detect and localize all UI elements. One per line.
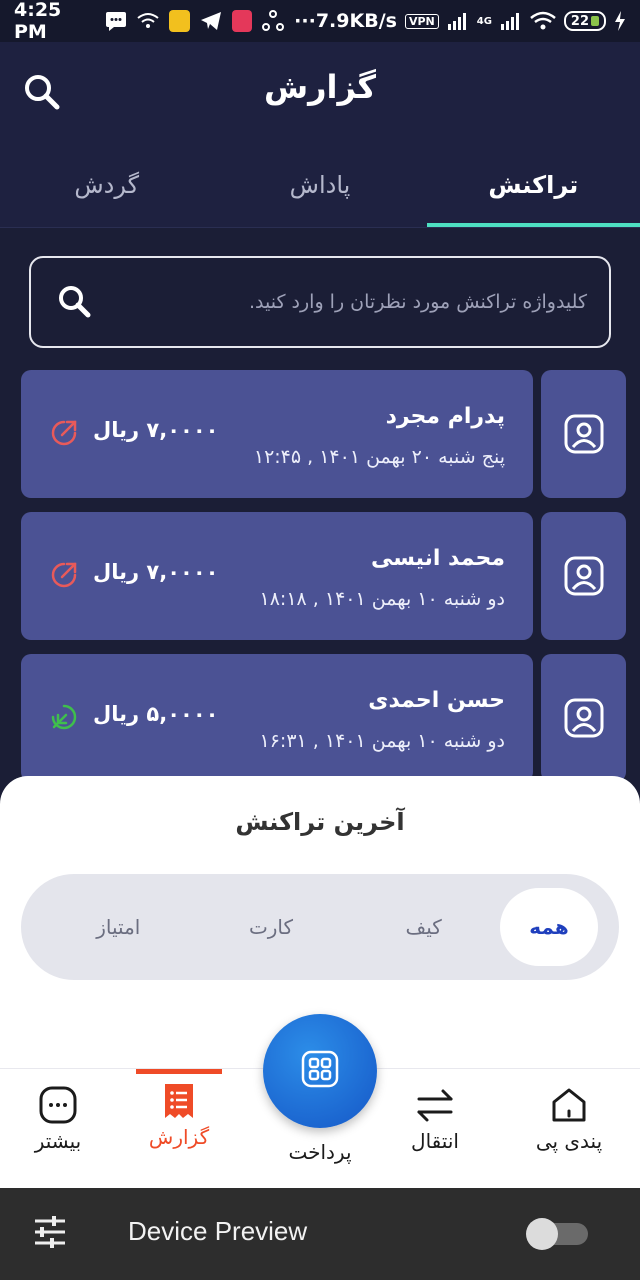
transaction-row[interactable]: پدرام مجرد پنج شنبه ۲۰ بهمن ۱۴۰۱ , ۱۲:۴۵… (21, 370, 626, 498)
contact-avatar-icon[interactable] (541, 370, 626, 498)
status-time: 4:25 PM (14, 0, 62, 43)
nav-home[interactable]: پندی پی (519, 1069, 619, 1189)
device-preview-bar: Device Preview (0, 1188, 640, 1280)
pay-fab-button[interactable] (263, 1014, 377, 1128)
transaction-name: حسن احمدی (368, 688, 505, 713)
device-preview-toggle[interactable] (526, 1218, 588, 1250)
nav-active-indicator (136, 1069, 222, 1074)
transaction-date: دو شنبه ۱۰ بهمن ۱۴۰۱ , ۱۶:۳۱ (259, 730, 505, 752)
nav-transfer-label: انتقال (411, 1129, 459, 1153)
wifi-icon (530, 11, 556, 31)
more-icon (38, 1085, 78, 1125)
search-icon (55, 282, 95, 322)
battery-indicator: 22 (563, 11, 606, 31)
transaction-date: دو شنبه ۱۰ بهمن ۱۴۰۱ , ۱۸:۱۸ (259, 588, 505, 610)
incoming-arrow-icon (49, 702, 79, 732)
search-placeholder: کلیدواژه تراکنش مورد نظرتان را وارد کنید… (248, 291, 587, 313)
signal-icon (447, 12, 469, 30)
transaction-filter: همه کیف کارت امتیاز (21, 874, 619, 980)
qr-scan-icon (300, 1049, 340, 1093)
telegram-icon (200, 11, 222, 31)
message-icon (105, 11, 127, 31)
outgoing-arrow-icon (49, 560, 79, 590)
transaction-card[interactable]: محمد انیسی دو شنبه ۱۰ بهمن ۱۴۰۱ , ۱۸:۱۸ … (21, 512, 533, 640)
transaction-row[interactable]: حسن احمدی دو شنبه ۱۰ بهمن ۱۴۰۱ , ۱۶:۳۱ ۵… (21, 654, 626, 782)
contact-avatar-icon[interactable] (541, 512, 626, 640)
page-title: گزارش (263, 68, 377, 106)
net-speed: 7.9KB/s (315, 10, 397, 32)
vpn-badge: VPN (404, 13, 439, 29)
app-notification-icon (169, 10, 190, 32)
nav-more-label: بیشتر (34, 1129, 82, 1153)
receipt-icon (159, 1081, 199, 1121)
battery-icon (591, 16, 599, 26)
transaction-search-input[interactable]: کلیدواژه تراکنش مورد نظرتان را وارد کنید… (29, 256, 611, 348)
tab-turnover[interactable]: گردش (0, 142, 213, 227)
transfer-icon (415, 1085, 455, 1125)
settings-sliders-icon[interactable] (32, 1214, 68, 1250)
device-preview-label: Device Preview (128, 1216, 308, 1246)
network-type: 4G (476, 15, 492, 27)
signal-icon-2 (500, 12, 522, 30)
nav-report-label: گزارش (148, 1125, 210, 1149)
filter-all[interactable]: همه (500, 888, 598, 966)
battery-level: 22 (570, 13, 589, 29)
sheet-title: آخرین تراکنش (235, 808, 405, 836)
transaction-card[interactable]: حسن احمدی دو شنبه ۱۰ بهمن ۱۴۰۱ , ۱۶:۳۱ ۵… (21, 654, 533, 782)
transaction-amount: ۵,۰۰۰۰ ریال (93, 702, 219, 726)
transaction-amount: ۷,۰۰۰۰ ریال (93, 560, 219, 584)
pay-fab-label: پرداخت (288, 1140, 352, 1164)
transaction-name: پدرام مجرد (385, 404, 505, 429)
wifi-small-icon (137, 12, 159, 30)
filter-card[interactable]: کارت (195, 888, 348, 966)
report-tabs: تراکنش پاداش گردش (0, 142, 640, 228)
app-notification-icon-2 (231, 10, 253, 32)
transaction-name: محمد انیسی (370, 546, 505, 571)
charging-icon (614, 11, 626, 31)
share-icon (262, 10, 285, 32)
transaction-row[interactable]: محمد انیسی دو شنبه ۱۰ بهمن ۱۴۰۱ , ۱۸:۱۸ … (21, 512, 626, 640)
nav-report[interactable]: گزارش (129, 1069, 229, 1189)
transaction-amount: ۷,۰۰۰۰ ریال (93, 418, 219, 442)
nav-more[interactable]: بیشتر (8, 1069, 108, 1189)
tab-rewards[interactable]: پاداش (213, 142, 426, 227)
nav-transfer[interactable]: انتقال (385, 1069, 485, 1189)
status-bar: 4:25 PM ··· 7.9KB/s VPN 4G 22 (0, 0, 640, 43)
toggle-knob (526, 1218, 558, 1250)
tab-transactions[interactable]: تراکنش (426, 142, 640, 227)
filter-points[interactable]: امتیاز (42, 888, 195, 966)
home-icon (549, 1085, 589, 1125)
nav-home-label: پندی پی (535, 1129, 603, 1153)
more-notifications: ··· (294, 10, 316, 32)
outgoing-arrow-icon (49, 418, 79, 448)
filter-wallet[interactable]: کیف (347, 888, 500, 966)
transaction-card[interactable]: پدرام مجرد پنج شنبه ۲۰ بهمن ۱۴۰۱ , ۱۲:۴۵… (21, 370, 533, 498)
app-header: گزارش (0, 42, 640, 142)
contact-avatar-icon[interactable] (541, 654, 626, 782)
transaction-date: پنج شنبه ۲۰ بهمن ۱۴۰۱ , ۱۲:۴۵ (253, 446, 505, 468)
